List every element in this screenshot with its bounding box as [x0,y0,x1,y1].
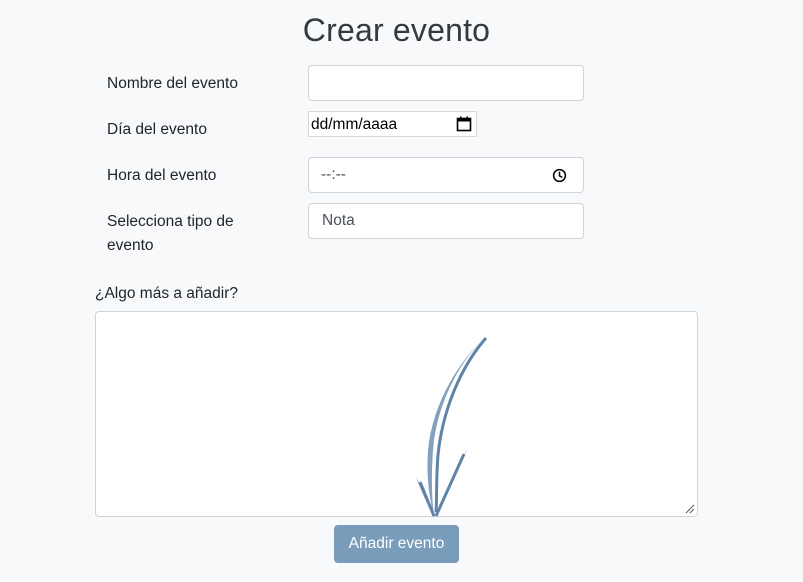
resize-grip-icon[interactable] [685,504,695,514]
event-date-value: dd/mm/aaaa [311,116,398,133]
page-title: Crear evento [302,12,491,48]
calendar-icon[interactable] [456,116,472,132]
extra-info-textarea[interactable] [95,311,698,517]
add-event-button[interactable]: Añadir evento [334,525,459,563]
event-day-label: Día del evento [107,121,207,138]
create-event-page: Crear evento Nombre del evento Día del e… [0,0,803,582]
event-type-select[interactable]: Nota [308,203,584,239]
event-type-selected: Nota [322,212,355,229]
clock-icon[interactable] [552,168,567,183]
event-name-label: Nombre del evento [107,75,238,92]
event-name-input[interactable] [308,65,584,101]
event-time-input[interactable]: --:-- [308,157,584,193]
event-time-value: --:-- [321,166,346,183]
event-type-label: Selecciona tipo de evento [107,213,234,254]
event-time-label: Hora del evento [107,167,217,184]
extra-info-label: ¿Algo más a añadir? [95,285,239,302]
arrow-down-icon [416,334,488,518]
event-date-input[interactable]: dd/mm/aaaa [308,111,477,137]
